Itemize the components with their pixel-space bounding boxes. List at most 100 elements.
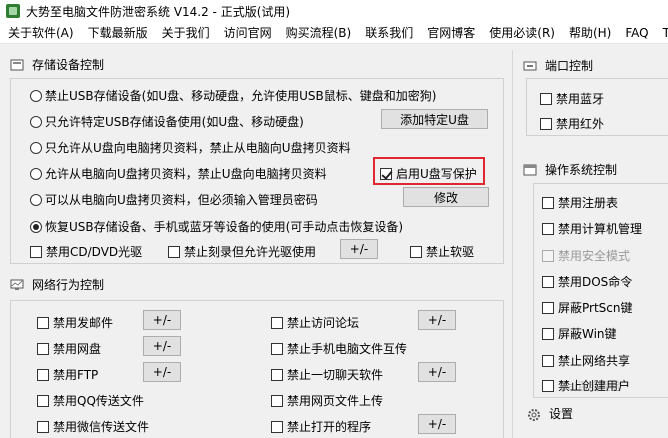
disable-ftp-checkbox[interactable] xyxy=(37,368,49,381)
block-burn-checkbox[interactable] xyxy=(168,245,180,258)
add-specific-usb-button[interactable]: 添加特定U盘 xyxy=(381,109,488,129)
disable-ftp-label: 禁用FTP xyxy=(53,368,99,382)
disable-dos-checkbox[interactable] xyxy=(542,275,554,288)
disable-dos-row[interactable]: 禁用DOS命令 xyxy=(542,273,632,290)
storage-option-3[interactable]: 只允许从U盘向电脑拷贝资料，禁止从电脑向U盘拷贝资料 xyxy=(30,139,351,156)
menu-purchase-process[interactable]: 购买流程(B) xyxy=(278,24,358,41)
storage-section-header: 存储设备控制 xyxy=(10,56,104,73)
storage-option-5-radio[interactable] xyxy=(30,193,42,206)
disable-floppy-row[interactable]: 禁止软驱 xyxy=(410,243,474,260)
storage-option-1-radio[interactable] xyxy=(30,89,42,102)
storage-option-6-radio[interactable] xyxy=(30,220,42,233)
menu-official-blog[interactable]: 官网博客 xyxy=(419,24,481,41)
storage-option-2-radio[interactable] xyxy=(30,115,42,128)
menu-download-latest[interactable]: 下载最新版 xyxy=(80,24,154,41)
disable-computer-management-checkbox[interactable] xyxy=(542,222,554,235)
disable-floppy-checkbox[interactable] xyxy=(410,245,422,258)
block-forum-row[interactable]: 禁止访问论坛 xyxy=(271,314,359,331)
storage-option-6[interactable]: 恢复USB存储设备、手机或蓝牙等设备的使用(可手动点击恢复设备) xyxy=(30,218,403,235)
storage-option-6-label: 恢复USB存储设备、手机或蓝牙等设备的使用(可手动点击恢复设备) xyxy=(45,220,403,234)
disable-cd-dvd-row[interactable]: 禁用CD/DVD光驱 xyxy=(30,243,142,260)
network-section-header: 网络行为控制 xyxy=(10,276,104,293)
storage-option-5-label: 可以从电脑向U盘拷贝资料，但必须输入管理员密码 xyxy=(45,193,318,207)
storage-option-4[interactable]: 允许从电脑向U盘拷贝资料，禁止U盘向电脑拷贝资料 xyxy=(30,165,327,182)
disable-computer-management-label: 禁用计算机管理 xyxy=(558,222,643,236)
settings-entry[interactable]: 设置 xyxy=(527,405,614,422)
block-chat-software-row[interactable]: 禁止一切聊天软件 xyxy=(271,366,383,383)
menu-tips[interactable]: Ti xyxy=(655,26,668,40)
disable-email-row[interactable]: 禁用发邮件 xyxy=(37,314,113,331)
disable-qq-transfer-row[interactable]: 禁用QQ传送文件 xyxy=(37,392,144,409)
watermark-logo: Bai百度经验 xyxy=(560,380,622,393)
block-chat-software-checkbox[interactable] xyxy=(271,368,283,381)
block-forum-checkbox[interactable] xyxy=(271,316,283,329)
block-phone-transfer-label: 禁止手机电脑文件互传 xyxy=(287,342,408,356)
menu-about-software[interactable]: 关于软件(A) xyxy=(0,24,80,41)
write-protect-checkbox-row[interactable]: 启用U盘写保护 xyxy=(380,165,477,182)
block-burn-row[interactable]: 禁止刻录但允许光驱使用 xyxy=(168,243,316,260)
disable-qq-transfer-checkbox[interactable] xyxy=(37,394,49,407)
disable-netdisk-row[interactable]: 禁用网盘 xyxy=(37,340,101,357)
network-monitor-icon xyxy=(10,279,24,291)
disable-ftp-row[interactable]: 禁用FTP xyxy=(37,366,98,383)
os-window-icon xyxy=(523,164,537,176)
menu-about-us[interactable]: 关于我们 xyxy=(154,24,216,41)
window-title: 大势至电脑文件防泄密系统 V14.2 - 正式版(试用) xyxy=(26,4,291,19)
email-toggle-button[interactable]: +/- xyxy=(143,310,181,330)
disable-wechat-transfer-checkbox[interactable] xyxy=(37,420,49,433)
disable-wechat-transfer-row[interactable]: 禁用微信传送文件 xyxy=(37,418,149,435)
disable-email-checkbox[interactable] xyxy=(37,316,49,329)
disable-web-upload-label: 禁用网页文件上传 xyxy=(287,394,384,408)
disable-web-upload-checkbox[interactable] xyxy=(271,394,283,407)
disable-netdisk-label: 禁用网盘 xyxy=(53,342,102,356)
cd-toggle-button[interactable]: +/- xyxy=(340,239,378,259)
block-prtscn-checkbox[interactable] xyxy=(542,301,554,314)
disable-infrared-checkbox[interactable] xyxy=(540,117,552,130)
disable-floppy-label: 禁止软驱 xyxy=(426,245,475,259)
forum-toggle-button[interactable]: +/- xyxy=(418,310,456,330)
disable-dos-label: 禁用DOS命令 xyxy=(558,275,633,289)
block-chat-software-label: 禁止一切聊天软件 xyxy=(287,368,384,382)
modify-password-button[interactable]: 修改 xyxy=(403,187,489,207)
storage-option-1[interactable]: 禁止USB存储设备(如U盘、移动硬盘，允许使用USB鼠标、键盘和加密狗) xyxy=(30,87,436,104)
disable-registry-checkbox[interactable] xyxy=(542,196,554,209)
disable-infrared-row[interactable]: 禁用红外 xyxy=(540,115,604,132)
ftp-toggle-button[interactable]: +/- xyxy=(143,362,181,382)
block-phone-transfer-checkbox[interactable] xyxy=(271,342,283,355)
menu-visit-website[interactable]: 访问官网 xyxy=(216,24,278,41)
block-win-key-checkbox[interactable] xyxy=(542,327,554,340)
block-prtscn-row[interactable]: 屏蔽PrtScn键 xyxy=(542,299,633,316)
programs-toggle-button[interactable]: +/- xyxy=(418,414,456,434)
disable-netdisk-checkbox[interactable] xyxy=(37,342,49,355)
storage-option-5[interactable]: 可以从电脑向U盘拷贝资料，但必须输入管理员密码 xyxy=(30,191,318,208)
block-network-share-row[interactable]: 禁止网络共享 xyxy=(542,352,630,369)
disable-bluetooth-row[interactable]: 禁用蓝牙 xyxy=(540,90,604,107)
storage-option-1-label: 禁止USB存储设备(如U盘、移动硬盘，允许使用USB鼠标、键盘和加密狗) xyxy=(45,89,437,103)
disable-web-upload-row[interactable]: 禁用网页文件上传 xyxy=(271,392,383,409)
disable-infrared-label: 禁用红外 xyxy=(556,117,605,131)
storage-option-2-label: 只允许特定USB存储设备使用(如U盘、移动硬盘) xyxy=(45,115,304,129)
menu-contact-us[interactable]: 联系我们 xyxy=(357,24,419,41)
block-programs-row[interactable]: 禁止打开的程序 xyxy=(271,418,371,435)
storage-option-3-radio[interactable] xyxy=(30,141,42,154)
disable-safe-mode-checkbox xyxy=(542,249,554,262)
chat-software-toggle-button[interactable]: +/- xyxy=(418,362,456,382)
netdisk-toggle-button[interactable]: +/- xyxy=(143,336,181,356)
block-network-share-checkbox[interactable] xyxy=(542,354,554,367)
block-win-key-row[interactable]: 屏蔽Win键 xyxy=(542,325,617,342)
disable-registry-label: 禁用注册表 xyxy=(558,196,619,210)
disable-registry-row[interactable]: 禁用注册表 xyxy=(542,194,618,211)
storage-option-4-radio[interactable] xyxy=(30,167,42,180)
menu-faq[interactable]: FAQ xyxy=(617,26,654,40)
block-programs-checkbox[interactable] xyxy=(271,420,283,433)
menu-help[interactable]: 帮助(H) xyxy=(561,24,617,41)
disable-computer-management-row[interactable]: 禁用计算机管理 xyxy=(542,220,642,237)
disable-cd-dvd-checkbox[interactable] xyxy=(30,245,42,258)
block-network-share-label: 禁止网络共享 xyxy=(558,354,631,368)
block-create-user-checkbox[interactable] xyxy=(542,379,554,392)
disable-bluetooth-checkbox[interactable] xyxy=(540,92,552,105)
block-phone-transfer-row[interactable]: 禁止手机电脑文件互传 xyxy=(271,340,407,357)
menu-must-read[interactable]: 使用必读(R) xyxy=(481,24,561,41)
write-protect-checkbox[interactable] xyxy=(380,167,392,180)
storage-option-2[interactable]: 只允许特定USB存储设备使用(如U盘、移动硬盘) xyxy=(30,113,304,130)
